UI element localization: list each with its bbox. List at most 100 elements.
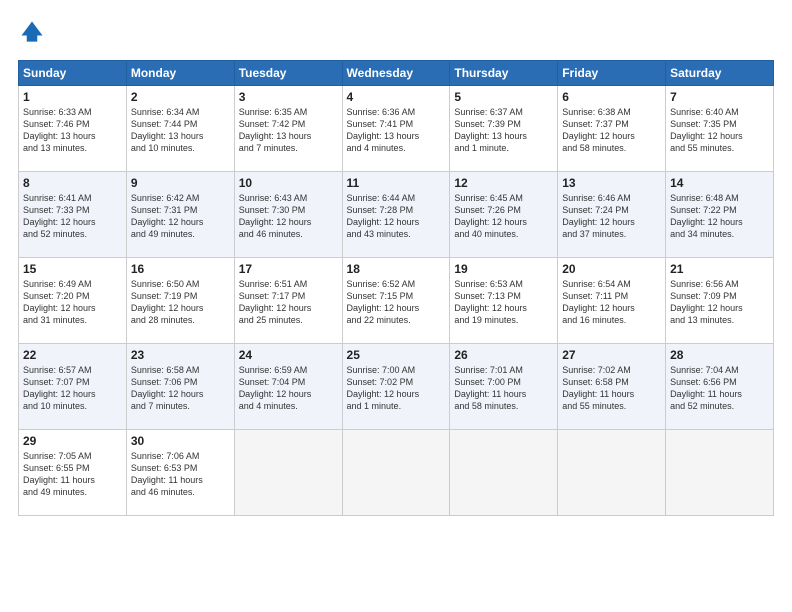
day-number: 8	[23, 176, 122, 190]
calendar-cell: 14 Sunrise: 6:48 AM Sunset: 7:22 PM Dayli…	[666, 172, 774, 258]
day-info: Sunrise: 6:37 AM Sunset: 7:39 PM Dayligh…	[454, 106, 553, 155]
calendar-cell: 29 Sunrise: 7:05 AM Sunset: 6:55 PM Dayli…	[19, 430, 127, 516]
calendar-cell: 22 Sunrise: 6:57 AM Sunset: 7:07 PM Dayli…	[19, 344, 127, 430]
calendar-cell	[234, 430, 342, 516]
calendar-cell: 16 Sunrise: 6:50 AM Sunset: 7:19 PM Dayli…	[126, 258, 234, 344]
day-info: Sunrise: 6:52 AM Sunset: 7:15 PM Dayligh…	[347, 278, 446, 327]
calendar-cell: 13 Sunrise: 6:46 AM Sunset: 7:24 PM Dayli…	[558, 172, 666, 258]
day-number: 4	[347, 90, 446, 104]
day-info: Sunrise: 6:46 AM Sunset: 7:24 PM Dayligh…	[562, 192, 661, 241]
calendar-cell: 6Sunrise: 6:38 AM Sunset: 7:37 PM Daylig…	[558, 86, 666, 172]
day-number: 29	[23, 434, 122, 448]
logo-icon	[18, 18, 46, 46]
weekday-header-row: SundayMondayTuesdayWednesdayThursdayFrid…	[19, 61, 774, 86]
day-number: 10	[239, 176, 338, 190]
calendar-week-row: 8 Sunrise: 6:41 AM Sunset: 7:33 PM Daylig…	[19, 172, 774, 258]
day-number: 12	[454, 176, 553, 190]
day-number: 25	[347, 348, 446, 362]
day-info: Sunrise: 6:42 AM Sunset: 7:31 PM Dayligh…	[131, 192, 230, 241]
day-number: 14	[670, 176, 769, 190]
day-info: Sunrise: 6:35 AM Sunset: 7:42 PM Dayligh…	[239, 106, 338, 155]
day-number: 22	[23, 348, 122, 362]
calendar-cell	[342, 430, 450, 516]
page-header	[18, 18, 774, 46]
day-info: Sunrise: 6:53 AM Sunset: 7:13 PM Dayligh…	[454, 278, 553, 327]
calendar-week-row: 22 Sunrise: 6:57 AM Sunset: 7:07 PM Dayli…	[19, 344, 774, 430]
calendar-cell: 20 Sunrise: 6:54 AM Sunset: 7:11 PM Dayli…	[558, 258, 666, 344]
day-number: 24	[239, 348, 338, 362]
day-number: 6	[562, 90, 661, 104]
day-number: 16	[131, 262, 230, 276]
calendar-cell: 11 Sunrise: 6:44 AM Sunset: 7:28 PM Dayli…	[342, 172, 450, 258]
weekday-header-friday: Friday	[558, 61, 666, 86]
day-info: Sunrise: 6:44 AM Sunset: 7:28 PM Dayligh…	[347, 192, 446, 241]
calendar-cell: 5 Sunrise: 6:37 AM Sunset: 7:39 PM Daylig…	[450, 86, 558, 172]
day-number: 2	[131, 90, 230, 104]
day-info: Sunrise: 6:48 AM Sunset: 7:22 PM Dayligh…	[670, 192, 769, 241]
day-number: 26	[454, 348, 553, 362]
calendar-cell: 8 Sunrise: 6:41 AM Sunset: 7:33 PM Daylig…	[19, 172, 127, 258]
day-number: 30	[131, 434, 230, 448]
weekday-header-wednesday: Wednesday	[342, 61, 450, 86]
day-info: Sunrise: 6:50 AM Sunset: 7:19 PM Dayligh…	[131, 278, 230, 327]
day-number: 3	[239, 90, 338, 104]
calendar-cell: 30 Sunrise: 7:06 AM Sunset: 6:53 PM Dayli…	[126, 430, 234, 516]
day-number: 18	[347, 262, 446, 276]
calendar-cell: 28 Sunrise: 7:04 AM Sunset: 6:56 PM Dayli…	[666, 344, 774, 430]
weekday-header-saturday: Saturday	[666, 61, 774, 86]
calendar-cell: 1Sunrise: 6:33 AM Sunset: 7:46 PM Daylig…	[19, 86, 127, 172]
weekday-header-thursday: Thursday	[450, 61, 558, 86]
day-number: 21	[670, 262, 769, 276]
day-info: Sunrise: 6:33 AM Sunset: 7:46 PM Dayligh…	[23, 106, 122, 155]
calendar-cell: 12 Sunrise: 6:45 AM Sunset: 7:26 PM Dayli…	[450, 172, 558, 258]
calendar-cell: 4Sunrise: 6:36 AM Sunset: 7:41 PM Daylig…	[342, 86, 450, 172]
day-info: Sunrise: 6:59 AM Sunset: 7:04 PM Dayligh…	[239, 364, 338, 413]
calendar-table: SundayMondayTuesdayWednesdayThursdayFrid…	[18, 60, 774, 516]
calendar-cell: 17Sunrise: 6:51 AM Sunset: 7:17 PM Dayli…	[234, 258, 342, 344]
day-info: Sunrise: 6:41 AM Sunset: 7:33 PM Dayligh…	[23, 192, 122, 241]
calendar-cell: 15Sunrise: 6:49 AM Sunset: 7:20 PM Dayli…	[19, 258, 127, 344]
calendar-week-row: 1Sunrise: 6:33 AM Sunset: 7:46 PM Daylig…	[19, 86, 774, 172]
calendar-cell: 25 Sunrise: 7:00 AM Sunset: 7:02 PM Dayli…	[342, 344, 450, 430]
calendar-cell: 27Sunrise: 7:02 AM Sunset: 6:58 PM Dayli…	[558, 344, 666, 430]
day-info: Sunrise: 6:34 AM Sunset: 7:44 PM Dayligh…	[131, 106, 230, 155]
day-info: Sunrise: 6:58 AM Sunset: 7:06 PM Dayligh…	[131, 364, 230, 413]
logo	[18, 18, 50, 46]
day-info: Sunrise: 6:57 AM Sunset: 7:07 PM Dayligh…	[23, 364, 122, 413]
day-info: Sunrise: 7:05 AM Sunset: 6:55 PM Dayligh…	[23, 450, 122, 499]
calendar-week-row: 15Sunrise: 6:49 AM Sunset: 7:20 PM Dayli…	[19, 258, 774, 344]
day-number: 23	[131, 348, 230, 362]
calendar-cell: 23 Sunrise: 6:58 AM Sunset: 7:06 PM Dayli…	[126, 344, 234, 430]
day-info: Sunrise: 7:06 AM Sunset: 6:53 PM Dayligh…	[131, 450, 230, 499]
weekday-header-sunday: Sunday	[19, 61, 127, 86]
day-info: Sunrise: 7:01 AM Sunset: 7:00 PM Dayligh…	[454, 364, 553, 413]
day-info: Sunrise: 6:56 AM Sunset: 7:09 PM Dayligh…	[670, 278, 769, 327]
day-info: Sunrise: 6:45 AM Sunset: 7:26 PM Dayligh…	[454, 192, 553, 241]
calendar-cell	[558, 430, 666, 516]
calendar-cell: 9 Sunrise: 6:42 AM Sunset: 7:31 PM Daylig…	[126, 172, 234, 258]
day-number: 15	[23, 262, 122, 276]
day-info: Sunrise: 6:54 AM Sunset: 7:11 PM Dayligh…	[562, 278, 661, 327]
day-number: 7	[670, 90, 769, 104]
day-number: 11	[347, 176, 446, 190]
calendar-cell: 2 Sunrise: 6:34 AM Sunset: 7:44 PM Daylig…	[126, 86, 234, 172]
calendar-cell: 10 Sunrise: 6:43 AM Sunset: 7:30 PM Dayli…	[234, 172, 342, 258]
calendar-cell: 19 Sunrise: 6:53 AM Sunset: 7:13 PM Dayli…	[450, 258, 558, 344]
day-info: Sunrise: 6:43 AM Sunset: 7:30 PM Dayligh…	[239, 192, 338, 241]
day-info: Sunrise: 6:40 AM Sunset: 7:35 PM Dayligh…	[670, 106, 769, 155]
day-number: 20	[562, 262, 661, 276]
calendar-cell: 7 Sunrise: 6:40 AM Sunset: 7:35 PM Daylig…	[666, 86, 774, 172]
calendar-cell: 3 Sunrise: 6:35 AM Sunset: 7:42 PM Daylig…	[234, 86, 342, 172]
day-number: 13	[562, 176, 661, 190]
weekday-header-monday: Monday	[126, 61, 234, 86]
day-number: 28	[670, 348, 769, 362]
day-number: 19	[454, 262, 553, 276]
calendar-week-row: 29 Sunrise: 7:05 AM Sunset: 6:55 PM Dayli…	[19, 430, 774, 516]
calendar-cell: 24 Sunrise: 6:59 AM Sunset: 7:04 PM Dayli…	[234, 344, 342, 430]
day-number: 27	[562, 348, 661, 362]
day-number: 9	[131, 176, 230, 190]
day-info: Sunrise: 7:04 AM Sunset: 6:56 PM Dayligh…	[670, 364, 769, 413]
day-number: 5	[454, 90, 553, 104]
day-info: Sunrise: 7:00 AM Sunset: 7:02 PM Dayligh…	[347, 364, 446, 413]
calendar-cell: 18 Sunrise: 6:52 AM Sunset: 7:15 PM Dayli…	[342, 258, 450, 344]
